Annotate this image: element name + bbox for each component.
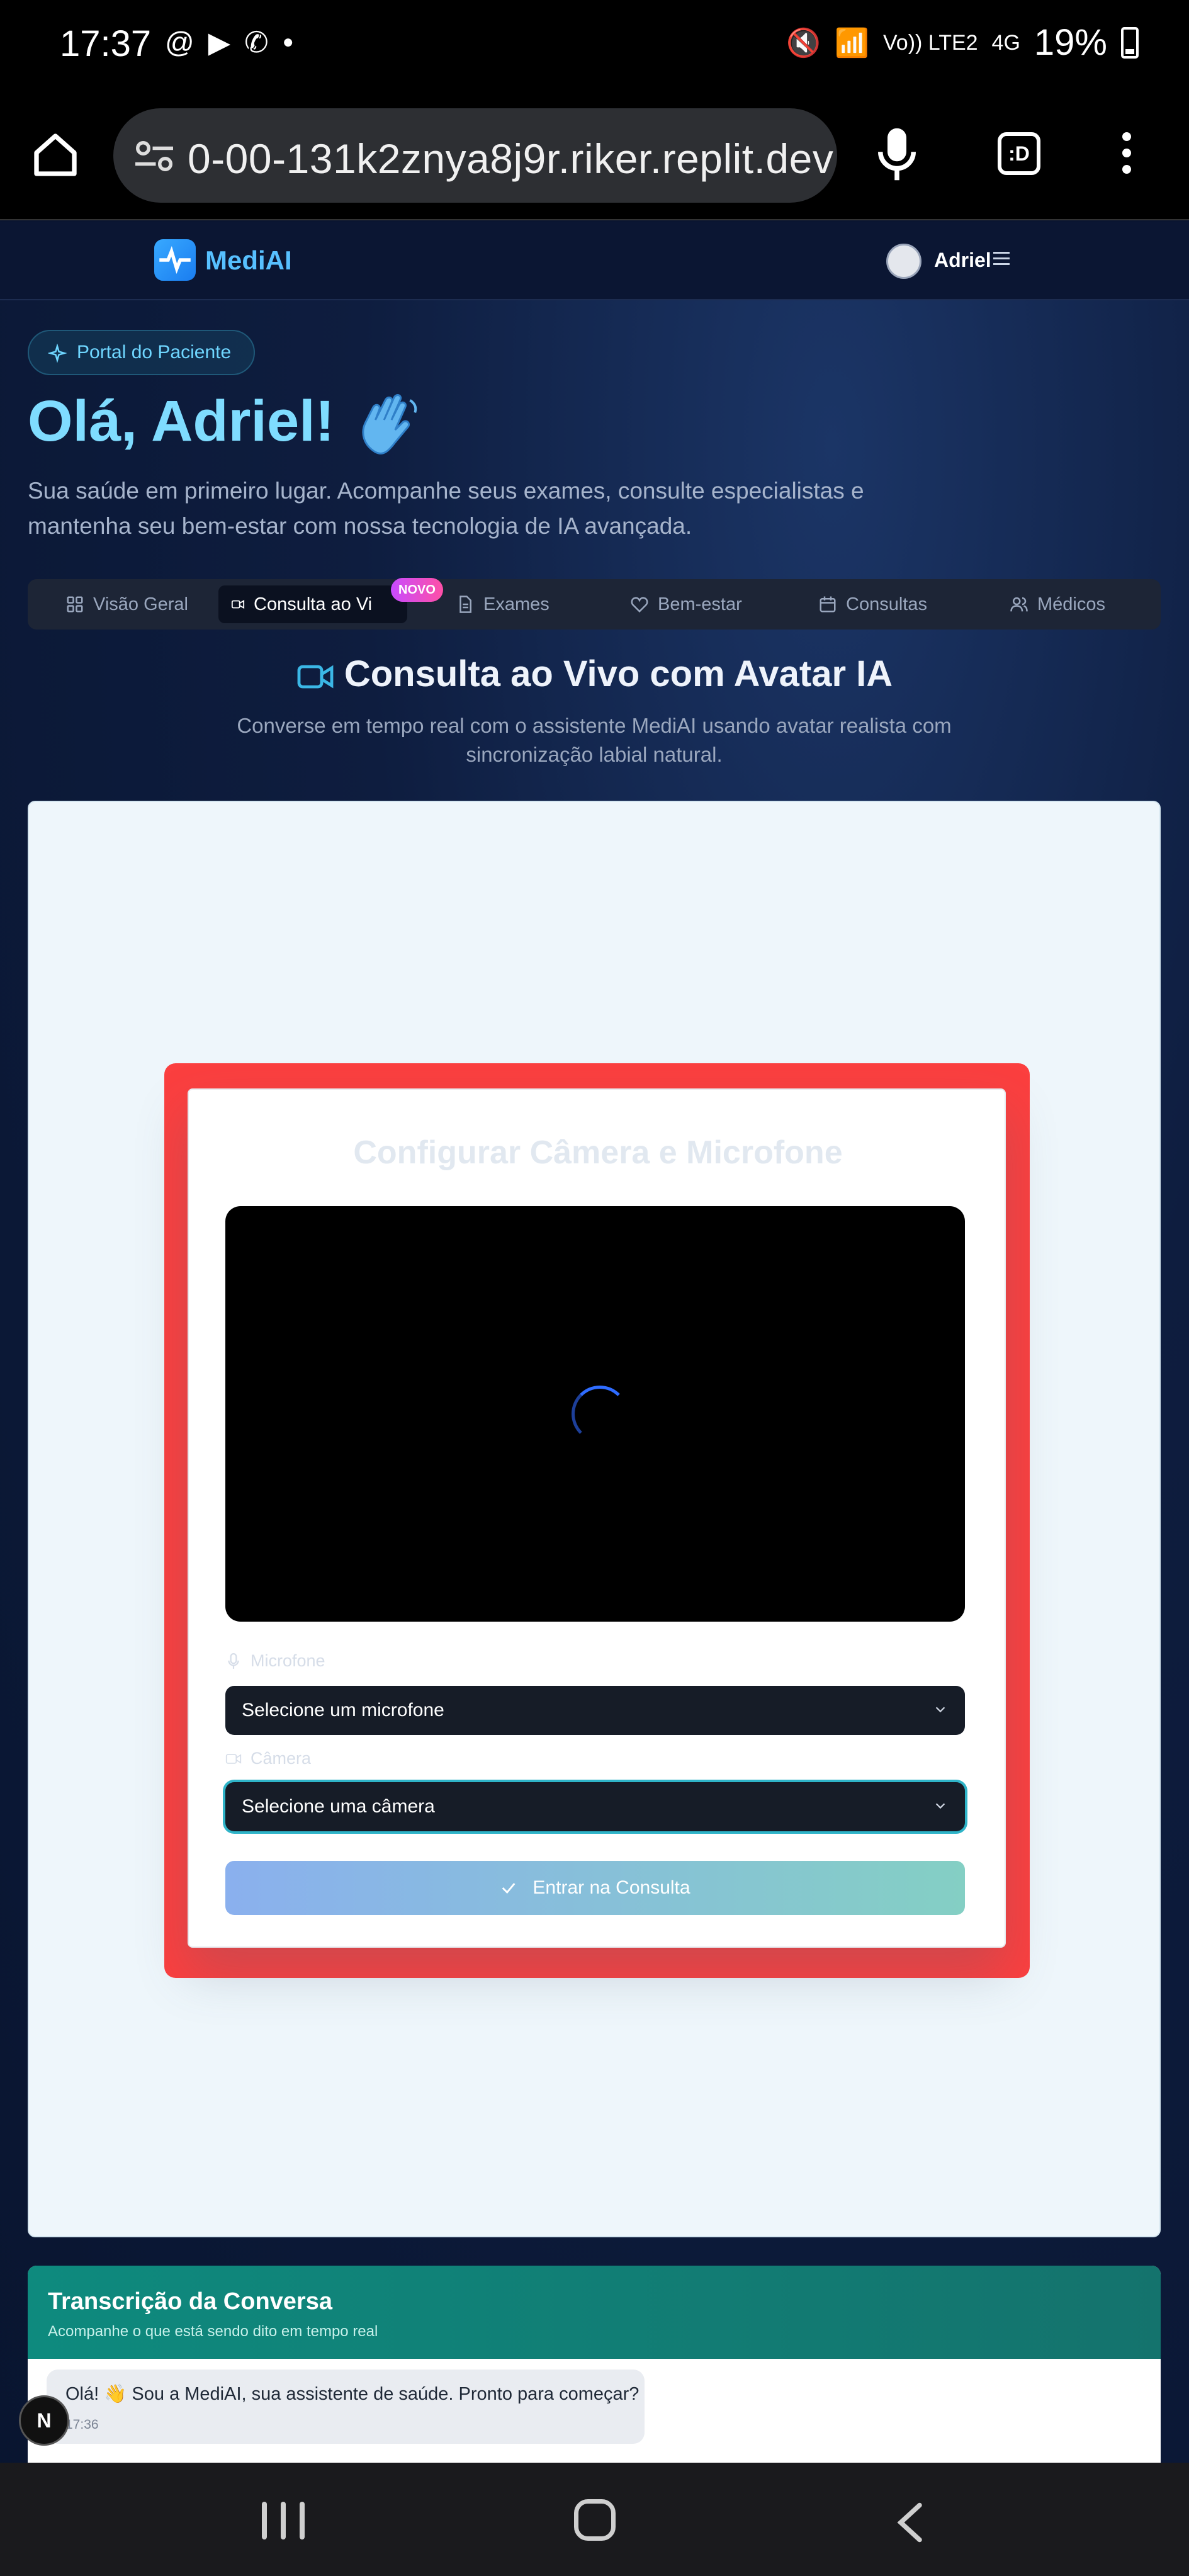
home-icon[interactable] — [30, 130, 81, 180]
portal-badge: Portal do Paciente — [28, 330, 256, 375]
tab-medicos[interactable]: Médicos — [997, 585, 1142, 623]
microphone-icon[interactable] — [878, 126, 916, 183]
recents-icon[interactable] — [262, 2502, 305, 2539]
dot-icon: ● — [282, 31, 294, 52]
check-icon — [502, 1883, 516, 1894]
camera-icon — [225, 1753, 242, 1764]
calendar-icon — [820, 596, 836, 613]
url-text[interactable]: 0-00-131k2znya8j9r.riker.replit.dev — [188, 135, 833, 183]
hero-subtitle: Sua saúde em primeiro lugar. Acompanhe s… — [28, 478, 864, 539]
file-icon — [459, 596, 471, 613]
app-name[interactable]: MediAI — [205, 246, 292, 276]
whatsapp-icon: ✆ — [244, 26, 269, 59]
chat-message: Olá! 👋 Sou a MediAI, sua assistente de s… — [47, 2370, 645, 2444]
camera-select-value: Selecione uma câmera — [242, 1796, 435, 1817]
mic-icon — [228, 1652, 239, 1669]
microphone-select[interactable]: Selecione um microfone — [225, 1686, 965, 1735]
tab-label: Exames — [483, 594, 549, 614]
camera-label-text: Câmera — [251, 1749, 312, 1768]
microphone-select-value: Selecione um microfone — [242, 1700, 444, 1720]
portal-badge-label: Portal do Paciente — [77, 342, 232, 363]
network-label: Vo)) LTE2 — [883, 30, 978, 55]
chat-message-time: 17:36 — [65, 2417, 99, 2432]
dev-tools-badge[interactable]: N — [19, 2395, 69, 2446]
chevron-down-icon — [935, 1803, 945, 1809]
chat-message-text: Olá! 👋 Sou a MediAI, sua assistente de s… — [65, 2384, 640, 2404]
page-title: Olá, Adriel! — [28, 389, 335, 453]
tab-label: Consulta ao Vi — [254, 594, 373, 614]
status-time: 17:37 — [60, 23, 152, 64]
setup-title: Configurar Câmera e Microfone — [353, 1134, 843, 1171]
tab-label: Bem-estar — [658, 594, 742, 614]
android-nav-bar — [0, 2463, 1189, 2576]
enter-consultation-button[interactable]: Entrar na Consulta — [225, 1861, 965, 1915]
loading-spinner-icon — [572, 1386, 628, 1442]
section-description: Converse em tempo real com o assistente … — [237, 714, 952, 766]
camera-preview — [225, 1206, 965, 1622]
address-bar[interactable]: 0-00-131k2znya8j9r.riker.replit.dev — [113, 108, 837, 203]
battery-icon — [1121, 26, 1139, 59]
transcript-title: Transcrição da Conversa — [48, 2288, 332, 2315]
enter-button-label: Entrar na Consulta — [533, 1877, 690, 1898]
youtube-icon: ▶ — [208, 26, 231, 59]
tab-switcher-button[interactable]: :D — [998, 132, 1040, 175]
video-camera-icon — [297, 665, 334, 689]
android-status-bar: 17:37 @ ▶ ✆ ● 🔇 📶 Vo)) LTE2 4G 19% — [0, 0, 1189, 88]
status-notification-icons: @ ▶ ✆ ● — [165, 25, 294, 59]
status-indicators: 🔇 📶 Vo)) LTE2 4G 19% — [786, 21, 1139, 64]
mute-icon: 🔇 — [786, 27, 821, 59]
site-settings-icon[interactable] — [132, 136, 176, 176]
overflow-menu-icon[interactable] — [1120, 132, 1133, 183]
avatar[interactable] — [886, 244, 921, 279]
threads-icon: @ — [165, 26, 194, 59]
web-page: MediAI Adriel Portal do Paciente Olá, Ad… — [0, 222, 1189, 2463]
transcript-panel: Transcrição da Conversa Acompanhe o que … — [28, 2266, 1161, 2463]
browser-toolbar: 0-00-131k2znya8j9r.riker.replit.dev :D — [0, 88, 1189, 220]
device-setup-dialog: Configurar Câmera e Microfone Microfone … — [188, 1088, 1006, 1948]
tab-consulta-ao-vivo[interactable]: Consulta ao Vi — [218, 585, 407, 623]
tab-visao-geral[interactable]: Visão Geral — [53, 585, 207, 623]
microphone-label: Microfone — [225, 1651, 325, 1671]
transcript-subtitle: Acompanhe o que está sendo dito em tempo… — [48, 2323, 378, 2340]
section-tabs: Visão Geral Consulta ao Vi NOVO Exames B… — [28, 578, 1161, 630]
transcript-header: Transcrição da Conversa Acompanhe o que … — [28, 2266, 1161, 2359]
tab-label: Médicos — [1037, 594, 1105, 614]
microphone-label-text: Microfone — [251, 1651, 325, 1670]
section-title: Consulta ao Vivo com Avatar IA — [0, 653, 1189, 695]
sparkles-icon — [48, 344, 67, 363]
avatar-stage: Configurar Câmera e Microfone Microfone … — [28, 801, 1161, 2237]
tab-label: Consultas — [846, 594, 927, 614]
back-icon[interactable] — [891, 2500, 929, 2545]
user-name[interactable]: Adriel — [934, 249, 991, 272]
wifi-icon: 📶 — [835, 27, 869, 59]
waving-hand-icon — [362, 394, 417, 455]
tab-exames[interactable]: Exames — [443, 585, 569, 623]
section-title-text: Consulta ao Vivo com Avatar IA — [344, 653, 893, 694]
tab-consultas[interactable]: Consultas — [806, 585, 950, 623]
home-nav-icon[interactable] — [574, 2499, 616, 2541]
camera-select[interactable]: Selecione uma câmera — [225, 1782, 965, 1831]
users-icon — [1010, 597, 1028, 612]
net-type-label: 4G — [991, 30, 1020, 55]
grid-icon — [67, 596, 83, 613]
heart-icon — [631, 597, 648, 613]
tab-label: Visão Geral — [93, 594, 188, 614]
video-icon — [231, 599, 245, 609]
chevron-down-icon — [935, 1707, 945, 1713]
new-badge: NOVO — [391, 578, 443, 602]
site-header: MediAI Adriel — [0, 222, 1189, 300]
medi-ai-logo[interactable] — [154, 239, 196, 281]
camera-label: Câmera — [225, 1749, 311, 1768]
hamburger-menu-icon[interactable] — [993, 252, 1010, 266]
tab-bem-estar[interactable]: Bem-estar — [617, 585, 762, 623]
battery-percent: 19% — [1034, 22, 1107, 63]
